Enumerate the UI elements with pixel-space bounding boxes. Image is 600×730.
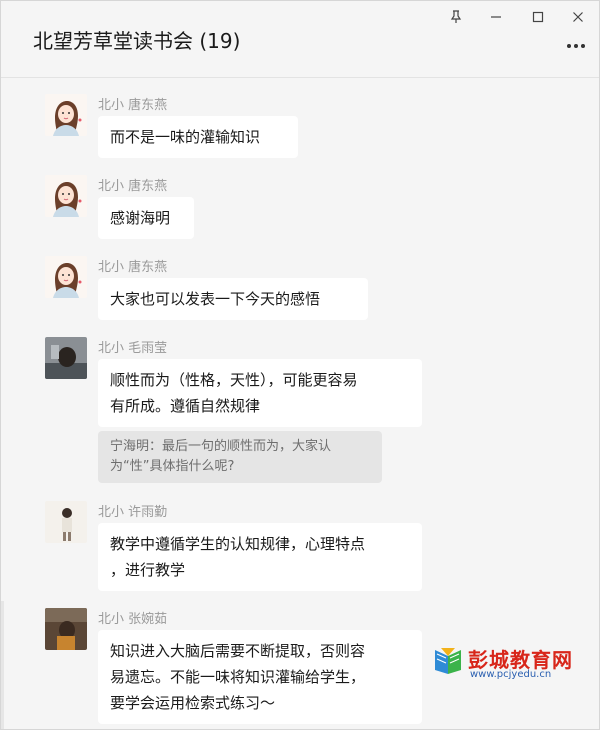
message-text-line: 顺性而为（性格，天性），可能更容易 [110, 371, 358, 389]
avatar[interactable] [45, 175, 87, 217]
minimize-icon[interactable] [485, 7, 507, 27]
avatar[interactable] [45, 94, 87, 136]
message-bubble[interactable]: 感谢海明 [98, 197, 194, 239]
brand-url: www.pcjyedu.cn [470, 669, 552, 680]
book-logo-icon [432, 646, 464, 676]
quote-text-line: 为“性”具体指什么呢? [110, 459, 235, 474]
message-text-line: 要学会运用检索式练习～ [110, 694, 276, 712]
message-text-line: 知识进入大脑后需要不断提取，否则容 [110, 642, 366, 660]
maximize-icon[interactable] [527, 7, 549, 27]
message-text: 感谢海明 [110, 209, 171, 227]
sender-name: 北小 许雨勤 [98, 505, 168, 520]
avatar[interactable] [45, 608, 87, 650]
sender-name: 北小 张婉茹 [98, 612, 168, 627]
message-text-line: ，进行教学 [110, 561, 186, 579]
scroll-edge [1, 601, 4, 729]
avatar[interactable] [45, 501, 87, 543]
quote-text-line: 宁海明：最后一句的顺性而为，大家认 [110, 439, 332, 454]
message-text-line: 有所成。遵循自然规律 [110, 397, 261, 415]
message-bubble[interactable]: 教学中遵循学生的认知规律，心理特点 ，进行教学 [98, 523, 422, 591]
avatar[interactable] [45, 337, 87, 379]
message-text-line: 教学中遵循学生的认知规律，心理特点 [110, 535, 366, 553]
message-bubble[interactable]: 顺性而为（性格，天性），可能更容易 有所成。遵循自然规律 [98, 359, 422, 427]
pin-icon[interactable] [445, 7, 467, 27]
message-text-line: 易遗忘。不能一味将知识灌输给学生， [110, 668, 366, 686]
message-list[interactable]: 北小 唐东燕 而不是一味的灌输知识 北小 唐东燕 感谢海明 北小 唐东燕 大家也… [1, 78, 599, 729]
message-bubble[interactable]: 而不是一味的灌输知识 [98, 116, 298, 158]
site-watermark: 彭城教育网 www.pcjyedu.cn [432, 640, 587, 684]
message-text: 而不是一味的灌输知识 [110, 128, 261, 146]
sender-name: 北小 唐东燕 [98, 98, 168, 113]
sender-name: 北小 唐东燕 [98, 179, 168, 194]
close-icon[interactable] [567, 7, 589, 27]
chat-title: 北望芳草堂读书会 (19) [33, 29, 241, 53]
sender-name: 北小 唐东燕 [98, 260, 168, 275]
quoted-message[interactable]: 宁海明：最后一句的顺性而为，大家认 为“性”具体指什么呢? [98, 431, 382, 483]
chat-window: 北望芳草堂读书会 (19) 北小 唐东燕 而不是一味的灌输知识 北小 唐东燕 感… [0, 0, 600, 730]
title-bar: 北望芳草堂读书会 (19) [1, 1, 599, 78]
message-text: 大家也可以发表一下今天的感悟 [110, 290, 321, 308]
message-bubble[interactable]: 知识进入大脑后需要不断提取，否则容 易遗忘。不能一味将知识灌输给学生， 要学会运… [98, 630, 422, 724]
more-options-icon[interactable] [565, 41, 587, 51]
sender-name: 北小 毛雨莹 [98, 341, 168, 356]
avatar[interactable] [45, 256, 87, 298]
message-bubble[interactable]: 大家也可以发表一下今天的感悟 [98, 278, 368, 320]
